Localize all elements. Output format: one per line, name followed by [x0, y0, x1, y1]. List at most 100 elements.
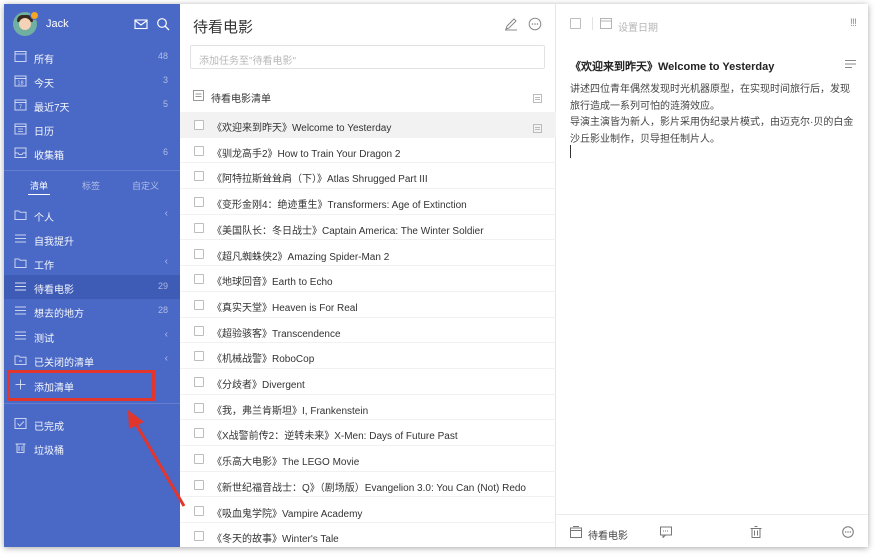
task-title[interactable]: 《欢迎来到昨天》Welcome to Yesterday [212, 119, 391, 134]
task-row[interactable]: 《X战警前传2：逆转未来》X-Men: Days of Future Past [180, 420, 556, 447]
task-row[interactable]: 《超凡蜘蛛侠2》Amazing Spider-Man 2 [180, 241, 556, 267]
task-row[interactable]: 《吸血鬼学院》Vampire Academy [180, 498, 556, 524]
task-title[interactable]: 《新世纪福音战士：Q》（剧场版）Evangelion 3.0: You Can … [212, 479, 526, 494]
completed-icon [14, 417, 27, 430]
task-row[interactable]: 《我，弗兰肯斯坦》I, Frankenstein [180, 395, 556, 421]
more-options-icon[interactable] [842, 526, 854, 538]
sidebar-item-inbox[interactable]: 收集箱 6 [4, 141, 180, 165]
sidebar-item-movies-to-watch[interactable]: 待看电影 29 [4, 275, 180, 299]
folder-icon [14, 256, 27, 269]
sidebar-item-count: 3 [162, 75, 168, 85]
sidebar-item-calendar[interactable]: 日历 [4, 117, 180, 141]
task-checkbox[interactable] [194, 377, 204, 387]
task-checkbox[interactable] [194, 145, 204, 156]
sidebar-item-label: 想去的地方 [34, 309, 84, 320]
more-options-icon[interactable] [528, 17, 542, 31]
menu-icon[interactable] [845, 59, 856, 69]
sidebar-item-label: 收集箱 [34, 151, 64, 162]
task-checkbox[interactable] [194, 248, 204, 259]
sidebar-item-places-to-go[interactable]: 想去的地方 28 [4, 299, 180, 323]
task-row[interactable]: 《阿特拉斯耸耸肩（下）》Atlas Shrugged Part III [180, 163, 556, 190]
task-checkbox[interactable] [194, 197, 204, 208]
search-icon[interactable] [156, 17, 170, 31]
task-title[interactable]: 《机械战警》RoboCop [212, 350, 314, 365]
sidebar-item-label: 今天 [34, 79, 54, 90]
task-checkbox[interactable] [194, 222, 204, 233]
archive-folder-icon [14, 353, 27, 366]
chevron-left-icon[interactable]: ‹ [165, 353, 168, 364]
task-row[interactable]: 《乐高大电影》The LEGO Movie [180, 446, 556, 472]
tab-lists[interactable]: 清单 [30, 179, 48, 192]
task-row[interactable]: 《地球回音》Earth to Echo [180, 266, 556, 292]
task-title[interactable]: 《X战警前传2：逆转未来》X-Men: Days of Future Past [212, 427, 458, 442]
app-window: Jack 所有 48 18 今天 3 7 最近7天 5 日历 收集箱 6 清单 … [4, 4, 868, 547]
username[interactable]: Jack [46, 18, 69, 30]
task-checkbox[interactable] [194, 325, 204, 336]
sidebar-item-personal[interactable]: 个人 ‹ [4, 203, 180, 227]
chevron-left-icon[interactable]: ‹ [165, 208, 168, 219]
task-title[interactable]: 《地球回音》Earth to Echo [212, 273, 333, 288]
task-title[interactable]: 《我，弗兰肯斯坦》I, Frankenstein [212, 402, 368, 417]
task-row[interactable]: 《美国队长：冬日战士》Captain America: The Winter S… [180, 215, 556, 241]
task-checkbox[interactable] [194, 531, 204, 542]
chevron-left-icon[interactable]: ‹ [165, 329, 168, 340]
text-cursor [570, 145, 571, 158]
task-row[interactable]: 《欢迎来到昨天》Welcome to Yesterday [180, 112, 556, 138]
task-title[interactable]: 《驯龙高手2》How to Train Your Dragon 2 [212, 145, 400, 160]
task-title[interactable]: 《超验骇客》Transcendence [212, 325, 341, 340]
task-title[interactable]: 《超凡蜘蛛侠2》Amazing Spider-Man 2 [212, 248, 389, 263]
edit-icon[interactable] [504, 17, 518, 31]
task-row[interactable]: 《分歧者》Divergent [180, 369, 556, 395]
task-title[interactable]: 《冬天的故事》Winter's Tale [212, 530, 339, 545]
sidebar-item-test[interactable]: 测试 ‹ [4, 324, 180, 348]
list-note-row[interactable]: 待看电影清单 [180, 85, 556, 107]
task-title[interactable]: 《吸血鬼学院》Vampire Academy [212, 505, 362, 520]
tab-tags[interactable]: 标签 [82, 179, 100, 192]
task-row[interactable]: 《变形金刚4：绝迹重生》Transformers: Age of Extinct… [180, 189, 556, 215]
set-date-button[interactable]: 设置日期 [618, 19, 658, 34]
folder-icon [14, 208, 27, 221]
list-title: 待看电影 [193, 19, 254, 36]
task-checkbox[interactable] [194, 274, 204, 285]
list-box-icon[interactable] [570, 526, 582, 538]
sidebar-item-work[interactable]: 工作 ‹ [4, 251, 180, 275]
task-row[interactable]: 《超验骇客》Transcendence [180, 318, 556, 344]
task-checkbox[interactable] [194, 120, 204, 130]
task-checkbox[interactable] [194, 171, 204, 182]
task-row[interactable]: 《机械战警》RoboCop [180, 343, 556, 369]
move-to-list-button[interactable]: 待看电影 [588, 527, 628, 542]
task-checkbox[interactable] [194, 299, 204, 310]
list-icon [14, 232, 27, 245]
sidebar-item-closed-lists[interactable]: 已关闭的清单 ‹ [4, 348, 180, 372]
task-checkbox[interactable] [194, 351, 204, 362]
sidebar-item-label: 已完成 [34, 422, 64, 433]
complete-checkbox[interactable] [570, 18, 581, 29]
priority-button[interactable]: !!! [850, 17, 857, 29]
task-row[interactable]: 《新世纪福音战士：Q》（剧场版）Evangelion 3.0: You Can … [180, 472, 556, 498]
task-row[interactable]: 《驯龙高手2》How to Train Your Dragon 2 [180, 138, 556, 164]
task-title[interactable]: 《分歧者》Divergent [212, 376, 305, 391]
sidebar-item-today[interactable]: 18 今天 3 [4, 69, 180, 93]
sidebar-item-self-improvement[interactable]: 自我提升 [4, 227, 180, 251]
sidebar-item-all[interactable]: 所有 48 [4, 45, 180, 69]
task-row[interactable]: 《冬天的故事》Winter's Tale [180, 523, 556, 547]
task-title[interactable]: 《真实天堂》Heaven is For Real [212, 299, 358, 314]
trash-icon[interactable] [750, 526, 762, 538]
sidebar-item-next-7-days[interactable]: 7 最近7天 5 [4, 93, 180, 117]
chevron-left-icon[interactable]: ‹ [165, 256, 168, 267]
task-description[interactable]: 讲述四位青年偶然发现时光机器原型，在实现时间旅行后，发现旅行造成一系列可怕的涟漪… [570, 82, 856, 148]
task-title[interactable]: 《欢迎来到昨天》Welcome to Yesterday [570, 58, 774, 74]
note-indicator-icon [533, 90, 542, 103]
add-task-input[interactable]: 添加任务至"待看电影" [190, 45, 545, 69]
task-title[interactable]: 《变形金刚4：绝迹重生》Transformers: Age of Extinct… [212, 196, 467, 211]
task-row[interactable]: 《真实天堂》Heaven is For Real [180, 292, 556, 318]
task-title[interactable]: 《乐高大电影》The LEGO Movie [212, 453, 359, 468]
mail-icon[interactable] [134, 17, 148, 31]
task-title[interactable]: 《阿特拉斯耸耸肩（下）》Atlas Shrugged Part III [212, 170, 428, 185]
task-title[interactable]: 《美国队长：冬日战士》Captain America: The Winter S… [212, 222, 484, 237]
comment-icon[interactable] [660, 526, 672, 538]
calendar-icon[interactable] [600, 17, 612, 29]
svg-text:18: 18 [17, 81, 23, 87]
sidebar-tabs: 清单 标签 自定义 [4, 176, 180, 196]
tab-custom[interactable]: 自定义 [132, 179, 159, 192]
